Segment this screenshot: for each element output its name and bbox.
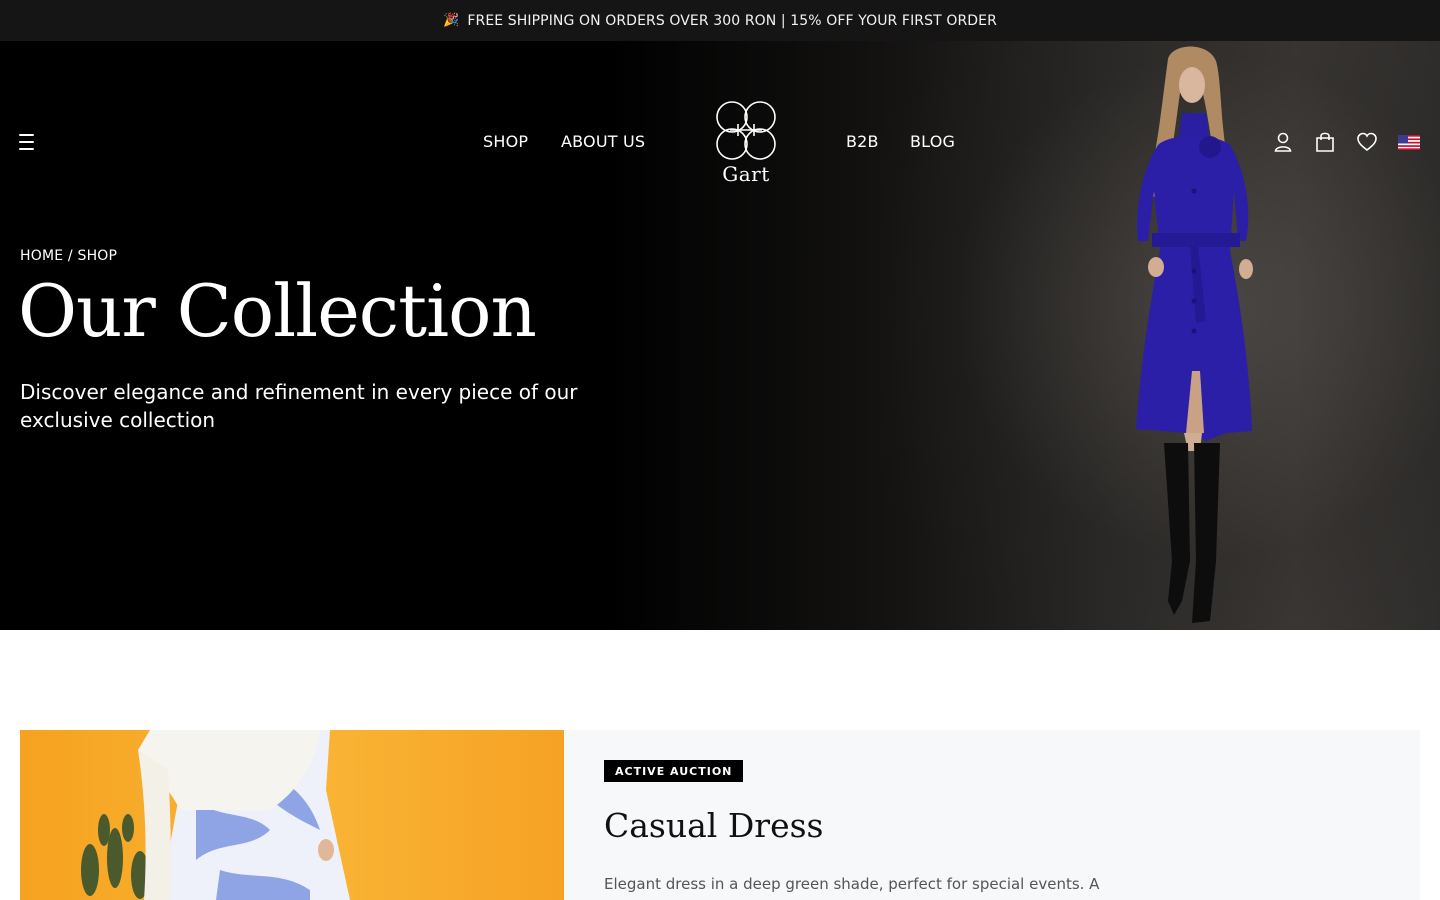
user-icon[interactable] [1272, 131, 1294, 153]
product-title[interactable]: Casual Dress [604, 806, 823, 845]
product-card[interactable]: ACTIVE AUCTION Casual Dress Elegant dres… [20, 730, 1420, 900]
party-popper-icon: 🎉 [443, 13, 460, 28]
heart-icon[interactable] [1356, 131, 1378, 153]
promo-text: FREE SHIPPING ON ORDERS OVER 300 RON | 1… [467, 12, 997, 29]
page-title: Our Collection [18, 269, 537, 353]
product-image[interactable] [20, 730, 564, 900]
nav-link-shop[interactable]: SHOP [483, 132, 528, 151]
brand-logo[interactable]: Gart [710, 100, 782, 188]
shopping-bag-icon[interactable] [1314, 131, 1336, 153]
logo-text: Gart [722, 162, 770, 186]
page-subtitle: Discover elegance and refinement in ever… [20, 380, 578, 432]
hero-banner: SHOP ABOUT US Gart B2B BLOG HOME / SHOP … [0, 41, 1440, 630]
breadcrumb[interactable]: HOME / SHOP [20, 248, 117, 264]
nav-link-blog[interactable]: BLOG [910, 132, 955, 151]
nav-link-b2b[interactable]: B2B [846, 132, 879, 151]
status-badge: ACTIVE AUCTION [604, 760, 744, 782]
promo-bar: 🎉 FREE SHIPPING ON ORDERS OVER 300 RON |… [0, 0, 1440, 41]
hero-model-image [1136, 46, 1253, 623]
us-flag-icon[interactable] [1398, 135, 1420, 150]
menu-icon[interactable] [19, 134, 37, 150]
logo-mark-icon [716, 101, 776, 160]
product-description: Elegant dress in a deep green shade, per… [604, 875, 1100, 893]
nav-link-about-us[interactable]: ABOUT US [561, 132, 645, 151]
